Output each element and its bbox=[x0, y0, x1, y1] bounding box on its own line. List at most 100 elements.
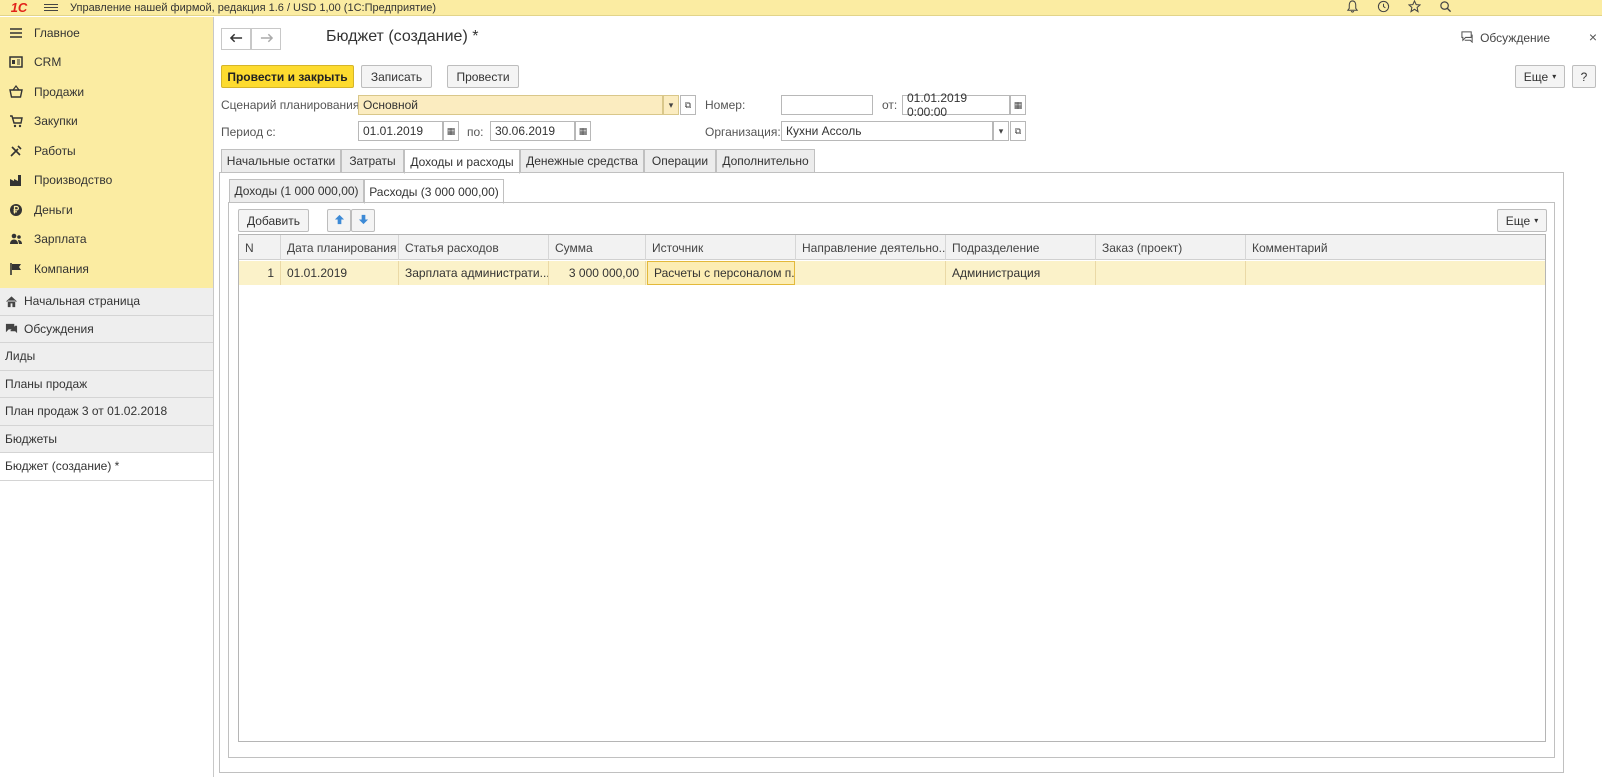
main-menu-icon[interactable] bbox=[44, 4, 58, 11]
column-header[interactable]: Подразделение bbox=[946, 235, 1096, 260]
open-window-label: Бюджет (создание) * bbox=[5, 459, 120, 474]
period-to-field[interactable]: 30.06.2019 bbox=[490, 121, 575, 141]
form-area: Бюджет (создание) * Обсуждение × Провест… bbox=[215, 17, 1602, 777]
tab-income-expenses[interactable]: Доходы и расходы bbox=[404, 149, 520, 174]
open-window-label: Лиды bbox=[5, 349, 36, 364]
section-label: Главное bbox=[34, 25, 80, 40]
open-window-budgets[interactable]: Бюджеты bbox=[0, 426, 213, 453]
history-icon[interactable] bbox=[1377, 0, 1390, 16]
add-row-button[interactable]: Добавить bbox=[238, 209, 309, 232]
table-cell[interactable]: Зарплата администрати... bbox=[399, 261, 549, 285]
section-purchases[interactable]: Закупки bbox=[0, 107, 213, 137]
sidebar: Главное CRM Продажи Закупки Работы Произ… bbox=[0, 17, 214, 777]
scenario-dropdown-button[interactable]: ▾ bbox=[663, 95, 679, 115]
period-from-field[interactable]: 01.01.2019 bbox=[358, 121, 443, 141]
section-production[interactable]: Производство bbox=[0, 166, 213, 196]
search-icon[interactable] bbox=[1439, 0, 1452, 16]
scenario-label: Сценарий планирования: bbox=[221, 98, 363, 112]
arrow-down-icon bbox=[358, 214, 369, 228]
star-icon[interactable] bbox=[1407, 0, 1422, 16]
tab-additional[interactable]: Дополнительно bbox=[716, 149, 815, 173]
section-label: Работы bbox=[34, 143, 76, 158]
table-row[interactable]: 1 01.01.2019 Зарплата администрати... 3 … bbox=[239, 261, 1545, 285]
period-from-calendar-button[interactable]: ▦ bbox=[443, 121, 459, 141]
column-header[interactable]: Статья расходов bbox=[399, 235, 549, 260]
open-window-label: Начальная страница bbox=[24, 294, 141, 309]
table-cell[interactable]: 3 000 000,00 bbox=[549, 261, 646, 285]
column-header[interactable]: Сумма bbox=[549, 235, 646, 260]
factory-icon bbox=[8, 172, 24, 188]
table-cell[interactable]: Администрация bbox=[946, 261, 1096, 285]
open-window-label: Обсуждения bbox=[24, 321, 94, 336]
open-window-sales-plans[interactable]: Планы продаж bbox=[0, 371, 213, 398]
crm-icon bbox=[8, 54, 24, 70]
move-down-button[interactable] bbox=[351, 209, 375, 232]
open-window-home[interactable]: Начальная страница bbox=[0, 288, 213, 316]
tab-opening-balances[interactable]: Начальные остатки bbox=[221, 149, 341, 173]
section-salary[interactable]: Зарплата bbox=[0, 225, 213, 255]
app-logo[interactable]: 1С bbox=[4, 0, 34, 16]
organization-dropdown-button[interactable]: ▾ bbox=[993, 121, 1009, 141]
help-button[interactable]: ? bbox=[1572, 65, 1596, 88]
subtab-income[interactable]: Доходы (1 000 000,00) bbox=[229, 179, 364, 203]
open-window-discussions[interactable]: Обсуждения bbox=[0, 316, 213, 343]
table-cell[interactable]: Расчеты с персоналом п... bbox=[647, 261, 795, 285]
table-cell[interactable]: 01.01.2019 bbox=[281, 261, 399, 285]
section-crm[interactable]: CRM bbox=[0, 48, 213, 78]
section-money[interactable]: Деньги bbox=[0, 195, 213, 225]
expenses-table[interactable]: N Дата планирования Статья расходов Сумм… bbox=[238, 234, 1546, 742]
table-cell[interactable]: 1 bbox=[239, 261, 281, 285]
scenario-open-button[interactable]: ⧉ bbox=[680, 95, 696, 115]
tab-cash[interactable]: Денежные средства bbox=[520, 149, 644, 173]
more-button[interactable]: Еще ▾ bbox=[1515, 65, 1565, 88]
tab-operations[interactable]: Операции bbox=[644, 149, 716, 173]
post-and-close-button[interactable]: Провести и закрыть bbox=[221, 65, 354, 88]
app-title: Управление нашей фирмой, редакция 1.6 / … bbox=[70, 1, 437, 14]
table-cell[interactable] bbox=[796, 261, 946, 285]
section-works[interactable]: Работы bbox=[0, 136, 213, 166]
chevron-down-icon: ▾ bbox=[998, 125, 1004, 136]
flag-icon bbox=[8, 261, 24, 277]
tab-costs[interactable]: Затраты bbox=[341, 149, 404, 173]
move-up-button[interactable] bbox=[327, 209, 351, 232]
section-company[interactable]: Компания bbox=[0, 254, 213, 284]
save-button[interactable]: Записать bbox=[361, 65, 432, 88]
discussion-label: Обсуждение bbox=[1480, 31, 1550, 45]
document-date-field[interactable]: 01.01.2019 0:00:00 bbox=[902, 91, 1010, 119]
column-header[interactable]: Дата планирования bbox=[281, 235, 399, 260]
organization-open-button[interactable]: ⧉ bbox=[1010, 121, 1026, 141]
period-to-calendar-button[interactable]: ▦ bbox=[575, 121, 591, 141]
column-header[interactable]: Направление деятельно... bbox=[796, 235, 946, 260]
discussion-button[interactable]: Обсуждение bbox=[1461, 30, 1550, 46]
table-cell[interactable] bbox=[1246, 261, 1545, 285]
open-window-label: Бюджеты bbox=[5, 431, 58, 446]
calendar-icon: ▦ bbox=[578, 125, 588, 136]
open-window-sales-plan-3[interactable]: План продаж 3 от 01.02.2018 bbox=[0, 398, 213, 426]
post-button[interactable]: Провести bbox=[447, 65, 519, 88]
column-header[interactable]: N bbox=[239, 235, 281, 260]
column-header[interactable]: Источник bbox=[646, 235, 796, 260]
organization-field[interactable]: Кухни Ассоль bbox=[781, 121, 993, 141]
bell-icon[interactable] bbox=[1346, 0, 1359, 16]
number-field[interactable] bbox=[781, 95, 873, 115]
section-sales[interactable]: Продажи bbox=[0, 77, 213, 107]
calendar-icon: ▦ bbox=[1013, 99, 1023, 110]
date-picker-button[interactable]: ▦ bbox=[1010, 95, 1026, 115]
section-main[interactable]: Главное bbox=[0, 18, 213, 48]
close-button[interactable]: × bbox=[1589, 29, 1597, 45]
table-cell[interactable] bbox=[1096, 261, 1246, 285]
scenario-field[interactable]: Основной bbox=[358, 95, 663, 115]
open-window-leads[interactable]: Лиды bbox=[0, 343, 213, 371]
open-icon: ⧉ bbox=[684, 99, 692, 110]
forward-button[interactable] bbox=[251, 28, 281, 50]
more-label: Еще bbox=[1505, 213, 1531, 228]
table-more-button[interactable]: Еще ▾ bbox=[1497, 209, 1547, 232]
date-from-label: от: bbox=[882, 98, 898, 112]
subtab-expenses[interactable]: Расходы (3 000 000,00) bbox=[364, 179, 504, 204]
column-header[interactable]: Комментарий bbox=[1246, 235, 1545, 260]
chevron-down-icon: ▾ bbox=[1552, 72, 1557, 81]
back-button[interactable] bbox=[221, 28, 251, 50]
title-bar: 1С Управление нашей фирмой, редакция 1.6… bbox=[0, 0, 1602, 16]
open-window-budget-create[interactable]: Бюджет (создание) * bbox=[0, 453, 213, 481]
column-header[interactable]: Заказ (проект) bbox=[1096, 235, 1246, 260]
